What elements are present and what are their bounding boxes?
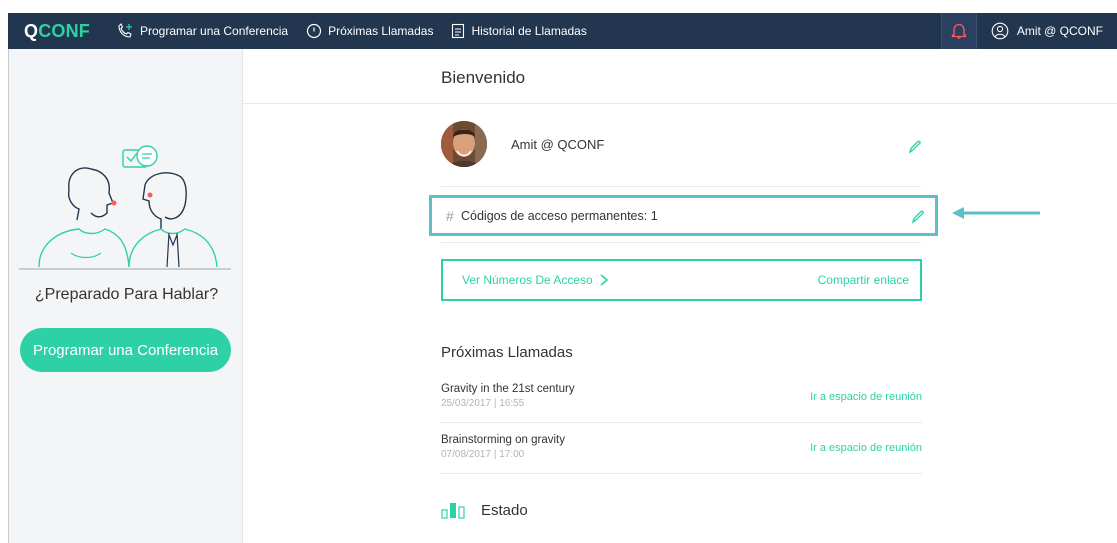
people-talking-illustration <box>19 145 231 270</box>
share-link-button[interactable]: Compartir enlace <box>818 273 909 287</box>
sidebar: ¿Preparado Para Hablar? Programar una Co… <box>8 49 243 543</box>
nav-schedule-conference[interactable]: Programar una Conferencia <box>116 23 288 39</box>
go-to-meeting-room-link[interactable]: Ir a espacio de reunión <box>810 391 922 403</box>
call-name: Gravity in the 21st century <box>441 383 575 395</box>
page-title: Bienvenido <box>441 68 526 87</box>
top-navbar: Q CONF Programar una Conferencia Próximas… <box>8 13 1117 49</box>
call-datetime: 07/08/2017 | 17:00 <box>441 449 525 460</box>
access-box: Ver Números De Acceso Compartir enlace <box>441 259 922 301</box>
nav-right: Amit @ QCONF <box>940 13 1117 49</box>
go-to-meeting-room-link[interactable]: Ir a espacio de reunión <box>810 442 922 454</box>
ready-to-talk-heading: ¿Preparado Para Hablar? <box>34 286 219 303</box>
divider <box>441 242 921 243</box>
call-name: Brainstorming on gravity <box>441 434 565 446</box>
profile-name: Amit @ QCONF <box>511 137 605 152</box>
main-header: Bienvenido <box>243 49 1117 104</box>
document-icon <box>452 23 465 39</box>
permanent-access-codes-row[interactable]: # Códigos de acceso permanentes: 1 <box>429 195 938 236</box>
nav-schedule-label: Programar una Conferencia <box>140 24 289 38</box>
view-access-numbers-link[interactable]: Ver Números De Acceso <box>462 273 610 287</box>
user-circle-icon <box>991 22 1009 40</box>
clock-icon <box>306 23 322 39</box>
hash-icon: # <box>446 208 454 224</box>
avatar-image <box>441 121 487 167</box>
chevron-right-icon <box>600 274 608 286</box>
schedule-conference-button[interactable]: Programar una Conferencia <box>20 328 231 372</box>
notifications-button[interactable] <box>940 13 977 49</box>
edit-pencil-icon[interactable] <box>910 209 926 225</box>
logo-conf: CONF <box>38 20 90 41</box>
edit-pencil-icon[interactable] <box>907 139 923 155</box>
permanent-access-codes-label: Códigos de acceso permanentes: 1 <box>461 209 658 223</box>
list-item: Brainstorming on gravity 07/08/2017 | 17… <box>441 434 922 484</box>
bar-chart-icon <box>441 503 465 519</box>
qconf-logo[interactable]: Q CONF <box>24 21 90 42</box>
phone-plus-icon <box>118 23 132 38</box>
upcoming-calls-heading: Próximas Llamadas <box>441 344 573 361</box>
nav-call-history[interactable]: Historial de Llamadas <box>451 23 587 39</box>
avatar <box>441 121 487 167</box>
profile-row: Amit @ QCONF <box>441 121 926 173</box>
list-item: Gravity in the 21st century 25/03/2017 |… <box>441 383 922 433</box>
nav-upcoming-label: Próximas Llamadas <box>328 24 434 38</box>
bell-icon <box>951 23 966 39</box>
nav-upcoming-calls[interactable]: Próximas Llamadas <box>306 23 433 39</box>
logo-q: Q <box>24 20 39 41</box>
user-name-label: Amit @ QCONF <box>1016 24 1103 38</box>
nav-history-label: Historial de Llamadas <box>471 24 587 38</box>
arrow-left-icon <box>952 207 1040 219</box>
view-access-numbers-label: Ver Números De Acceso <box>462 273 593 287</box>
status-section: Estado <box>441 500 528 520</box>
user-menu[interactable]: Amit @ QCONF <box>977 13 1117 49</box>
call-datetime: 25/03/2017 | 16:55 <box>441 398 525 409</box>
status-heading: Estado <box>481 501 528 519</box>
divider <box>441 186 921 187</box>
divider <box>441 422 922 423</box>
divider <box>441 473 922 474</box>
